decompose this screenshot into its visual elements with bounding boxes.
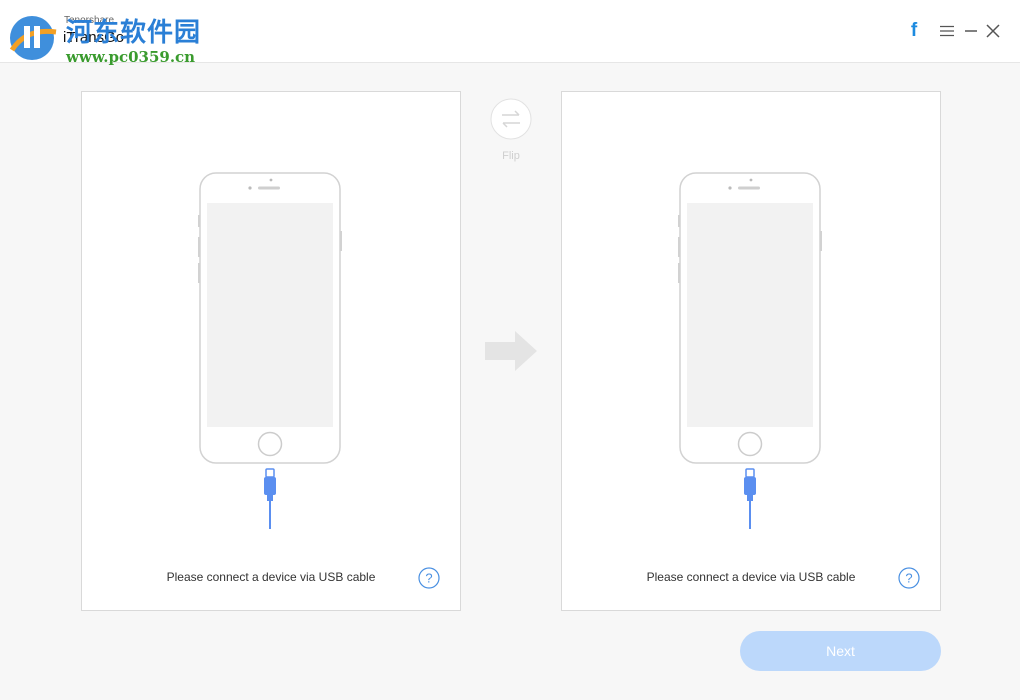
iphone-placeholder-icon <box>678 172 822 529</box>
minimize-icon[interactable] <box>962 20 980 42</box>
watermark-site-name: 河东软件园 <box>66 18 202 48</box>
source-device-panel: Please connect a device via USB cable ? <box>81 91 461 611</box>
facebook-icon[interactable]: f <box>905 20 923 42</box>
flip-label: Flip <box>502 150 520 162</box>
svg-text:?: ? <box>425 571 432 586</box>
close-icon[interactable] <box>984 20 1002 42</box>
next-button[interactable]: Next <box>740 631 941 671</box>
watermark-url: www.pc0359.cn <box>66 48 196 66</box>
connect-device-message: Please connect a device via USB cable <box>646 570 856 584</box>
help-icon[interactable]: ? <box>898 567 920 589</box>
flip-button[interactable] <box>490 98 532 140</box>
transfer-arrow-icon <box>485 331 537 371</box>
help-icon[interactable]: ? <box>418 567 440 589</box>
connect-device-message: Please connect a device via USB cable <box>166 570 376 584</box>
watermark-logo-icon <box>9 16 57 60</box>
svg-text:?: ? <box>905 571 912 586</box>
menu-icon[interactable] <box>938 20 956 42</box>
iphone-placeholder-icon <box>198 172 342 529</box>
title-bar: Tenorshare iTransGo 河东软件园 www.pc0359.cn … <box>0 0 1020 66</box>
target-device-panel: Please connect a device via USB cable ? <box>561 91 941 611</box>
